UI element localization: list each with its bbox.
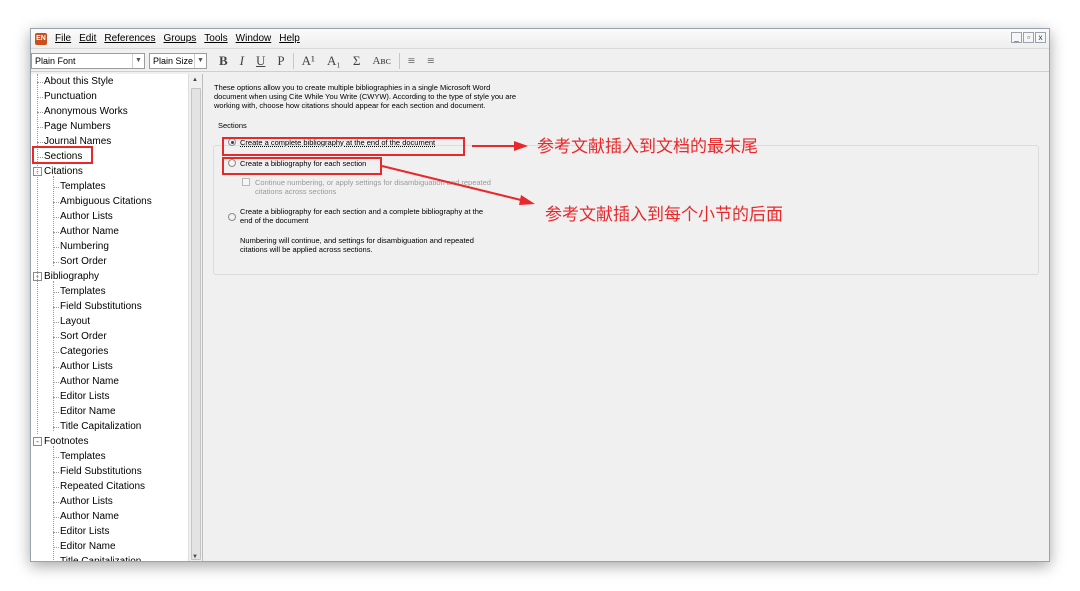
- tree-item-repeated-citations[interactable]: Repeated Citations: [60, 479, 145, 494]
- tree-item-templates[interactable]: Templates: [60, 179, 106, 194]
- align-left-icon[interactable]: ≡: [402, 53, 421, 69]
- font-select[interactable]: Plain Font ▼: [31, 52, 145, 69]
- tree-item-sort-order[interactable]: Sort Order: [60, 254, 107, 269]
- tree-collapse-icon[interactable]: -: [33, 437, 42, 446]
- option1-highlight-box: [222, 137, 465, 156]
- description-line: These options allow you to create multip…: [214, 83, 491, 92]
- continue-numbering-line: Continue numbering, or apply settings fo…: [255, 178, 491, 187]
- sections-description: These options allow you to create multip…: [214, 83, 554, 110]
- align-center-icon[interactable]: ≡: [421, 53, 440, 69]
- tree-item-editor-lists[interactable]: Editor Lists: [60, 524, 109, 539]
- scroll-down-icon[interactable]: ▼: [192, 554, 198, 560]
- menu-edit[interactable]: Edit: [75, 33, 100, 44]
- tree-item-numbering[interactable]: Numbering: [60, 239, 109, 254]
- close-button[interactable]: x: [1035, 32, 1046, 43]
- menu-file[interactable]: File: [51, 33, 75, 44]
- tree-guide: [37, 74, 38, 434]
- option3-note-line: Numbering will continue, and settings fo…: [240, 236, 474, 245]
- toolbar-separator: [292, 52, 294, 69]
- option-section-and-complete-label[interactable]: Create a bibliography for each section a…: [240, 207, 483, 225]
- option3-line: Create a bibliography for each section a…: [240, 207, 484, 216]
- tree-item-field-substitutions[interactable]: Field Substitutions: [60, 299, 142, 314]
- tree-item-editor-name[interactable]: Editor Name: [60, 404, 116, 419]
- endnote-app-icon[interactable]: EN: [35, 32, 47, 45]
- tree-scrollbar[interactable]: ▲ ▼: [188, 74, 202, 561]
- sections-group-title: Sections: [218, 121, 247, 130]
- menu-tools[interactable]: Tools: [200, 33, 231, 44]
- symbol-button[interactable]: Σ: [347, 53, 367, 69]
- continue-numbering-label: Continue numbering, or apply settings fo…: [255, 178, 491, 196]
- tree-item-author-lists[interactable]: Author Lists: [60, 494, 113, 509]
- tree-item-templates[interactable]: Templates: [60, 284, 106, 299]
- tree-item-sort-order[interactable]: Sort Order: [60, 329, 107, 344]
- menu-groups[interactable]: Groups: [160, 33, 201, 44]
- tree-item-editor-name[interactable]: Editor Name: [60, 539, 116, 554]
- toolbar-separator: [398, 52, 400, 69]
- tree-item-punctuation[interactable]: Punctuation: [44, 89, 97, 104]
- continue-numbering-line: citations across sections: [255, 187, 337, 196]
- size-select-value: Plain Size: [153, 55, 194, 66]
- scroll-up-icon[interactable]: ▲: [192, 77, 198, 83]
- tree-item-categories[interactable]: Categories: [60, 344, 108, 359]
- tree-item-author-lists[interactable]: Author Lists: [60, 359, 113, 374]
- continue-numbering-checkbox[interactable]: [242, 178, 250, 186]
- sections-highlight-box: [32, 146, 93, 164]
- minimize-button[interactable]: _: [1011, 32, 1022, 43]
- tree-item-layout[interactable]: Layout: [60, 314, 90, 329]
- description-line: working with, choose how citations shoul…: [214, 101, 486, 110]
- tree-item-field-substitutions[interactable]: Field Substitutions: [60, 464, 142, 479]
- tree-item-title-capitalization[interactable]: Title Capitalization: [60, 554, 141, 561]
- tree-guide: [53, 446, 54, 561]
- window-controls: _ ▫ x: [1011, 32, 1046, 43]
- chevron-down-icon: ▼: [132, 53, 144, 68]
- menu-bar: EN File Edit References Groups Tools Win…: [31, 29, 1049, 49]
- small-caps-button[interactable]: Aʙᴄ: [366, 55, 396, 67]
- superscript-button[interactable]: A¹: [296, 53, 321, 69]
- tree-item-author-name[interactable]: Author Name: [60, 374, 119, 389]
- size-select[interactable]: Plain Size ▼: [149, 52, 207, 69]
- restore-button[interactable]: ▫: [1023, 32, 1034, 43]
- tree-item-templates[interactable]: Templates: [60, 449, 106, 464]
- tree-item-footnotes[interactable]: Footnotes: [44, 434, 88, 449]
- menu-references[interactable]: References: [100, 33, 159, 44]
- bold-button[interactable]: B: [213, 53, 234, 69]
- tree-item-author-lists[interactable]: Author Lists: [60, 209, 113, 224]
- chevron-down-icon: ▼: [194, 53, 206, 68]
- description-line: document when using Cite While You Write…: [214, 92, 517, 101]
- subscript-button[interactable]: A₁: [321, 53, 347, 69]
- annotation-text-1: 参考文献插入到文档的最末尾: [537, 137, 758, 157]
- annotation-text-2: 参考文献插入到每个小节的后面: [545, 205, 783, 225]
- format-toolbar: Plain Font ▼ Plain Size ▼ B I U P A¹ A₁ …: [31, 50, 1049, 72]
- tree-item-author-name[interactable]: Author Name: [60, 509, 119, 524]
- menu-help[interactable]: Help: [275, 33, 304, 44]
- tree-item-citations[interactable]: Citations: [44, 164, 83, 179]
- scroll-thumb[interactable]: [191, 88, 201, 560]
- option2-highlight-box: [222, 157, 382, 175]
- tree-item-page-numbers[interactable]: Page Numbers: [44, 119, 111, 134]
- tree-item-ambiguous-citations[interactable]: Ambiguous Citations: [60, 194, 152, 209]
- underline-button[interactable]: U: [250, 53, 271, 69]
- option3-note: Numbering will continue, and settings fo…: [240, 236, 474, 254]
- radio-section-and-complete[interactable]: [228, 213, 236, 221]
- endnote-style-window: EN File Edit References Groups Tools Win…: [30, 28, 1050, 562]
- tree-item-about-this-style[interactable]: About this Style: [44, 74, 113, 89]
- tree-item-author-name[interactable]: Author Name: [60, 224, 119, 239]
- tree-item-editor-lists[interactable]: Editor Lists: [60, 389, 109, 404]
- menu-window[interactable]: Window: [232, 33, 276, 44]
- option3-note-line: citations will be applied across section…: [240, 245, 373, 254]
- option3-line: end of the document: [240, 216, 309, 225]
- tree-guide: [53, 176, 54, 266]
- tree-guide: [53, 281, 54, 431]
- italic-button[interactable]: I: [234, 53, 250, 69]
- tree-item-anonymous-works[interactable]: Anonymous Works: [44, 104, 128, 119]
- tree-item-title-capitalization[interactable]: Title Capitalization: [60, 419, 141, 434]
- plain-button[interactable]: P: [271, 53, 290, 69]
- font-select-value: Plain Font: [35, 55, 76, 66]
